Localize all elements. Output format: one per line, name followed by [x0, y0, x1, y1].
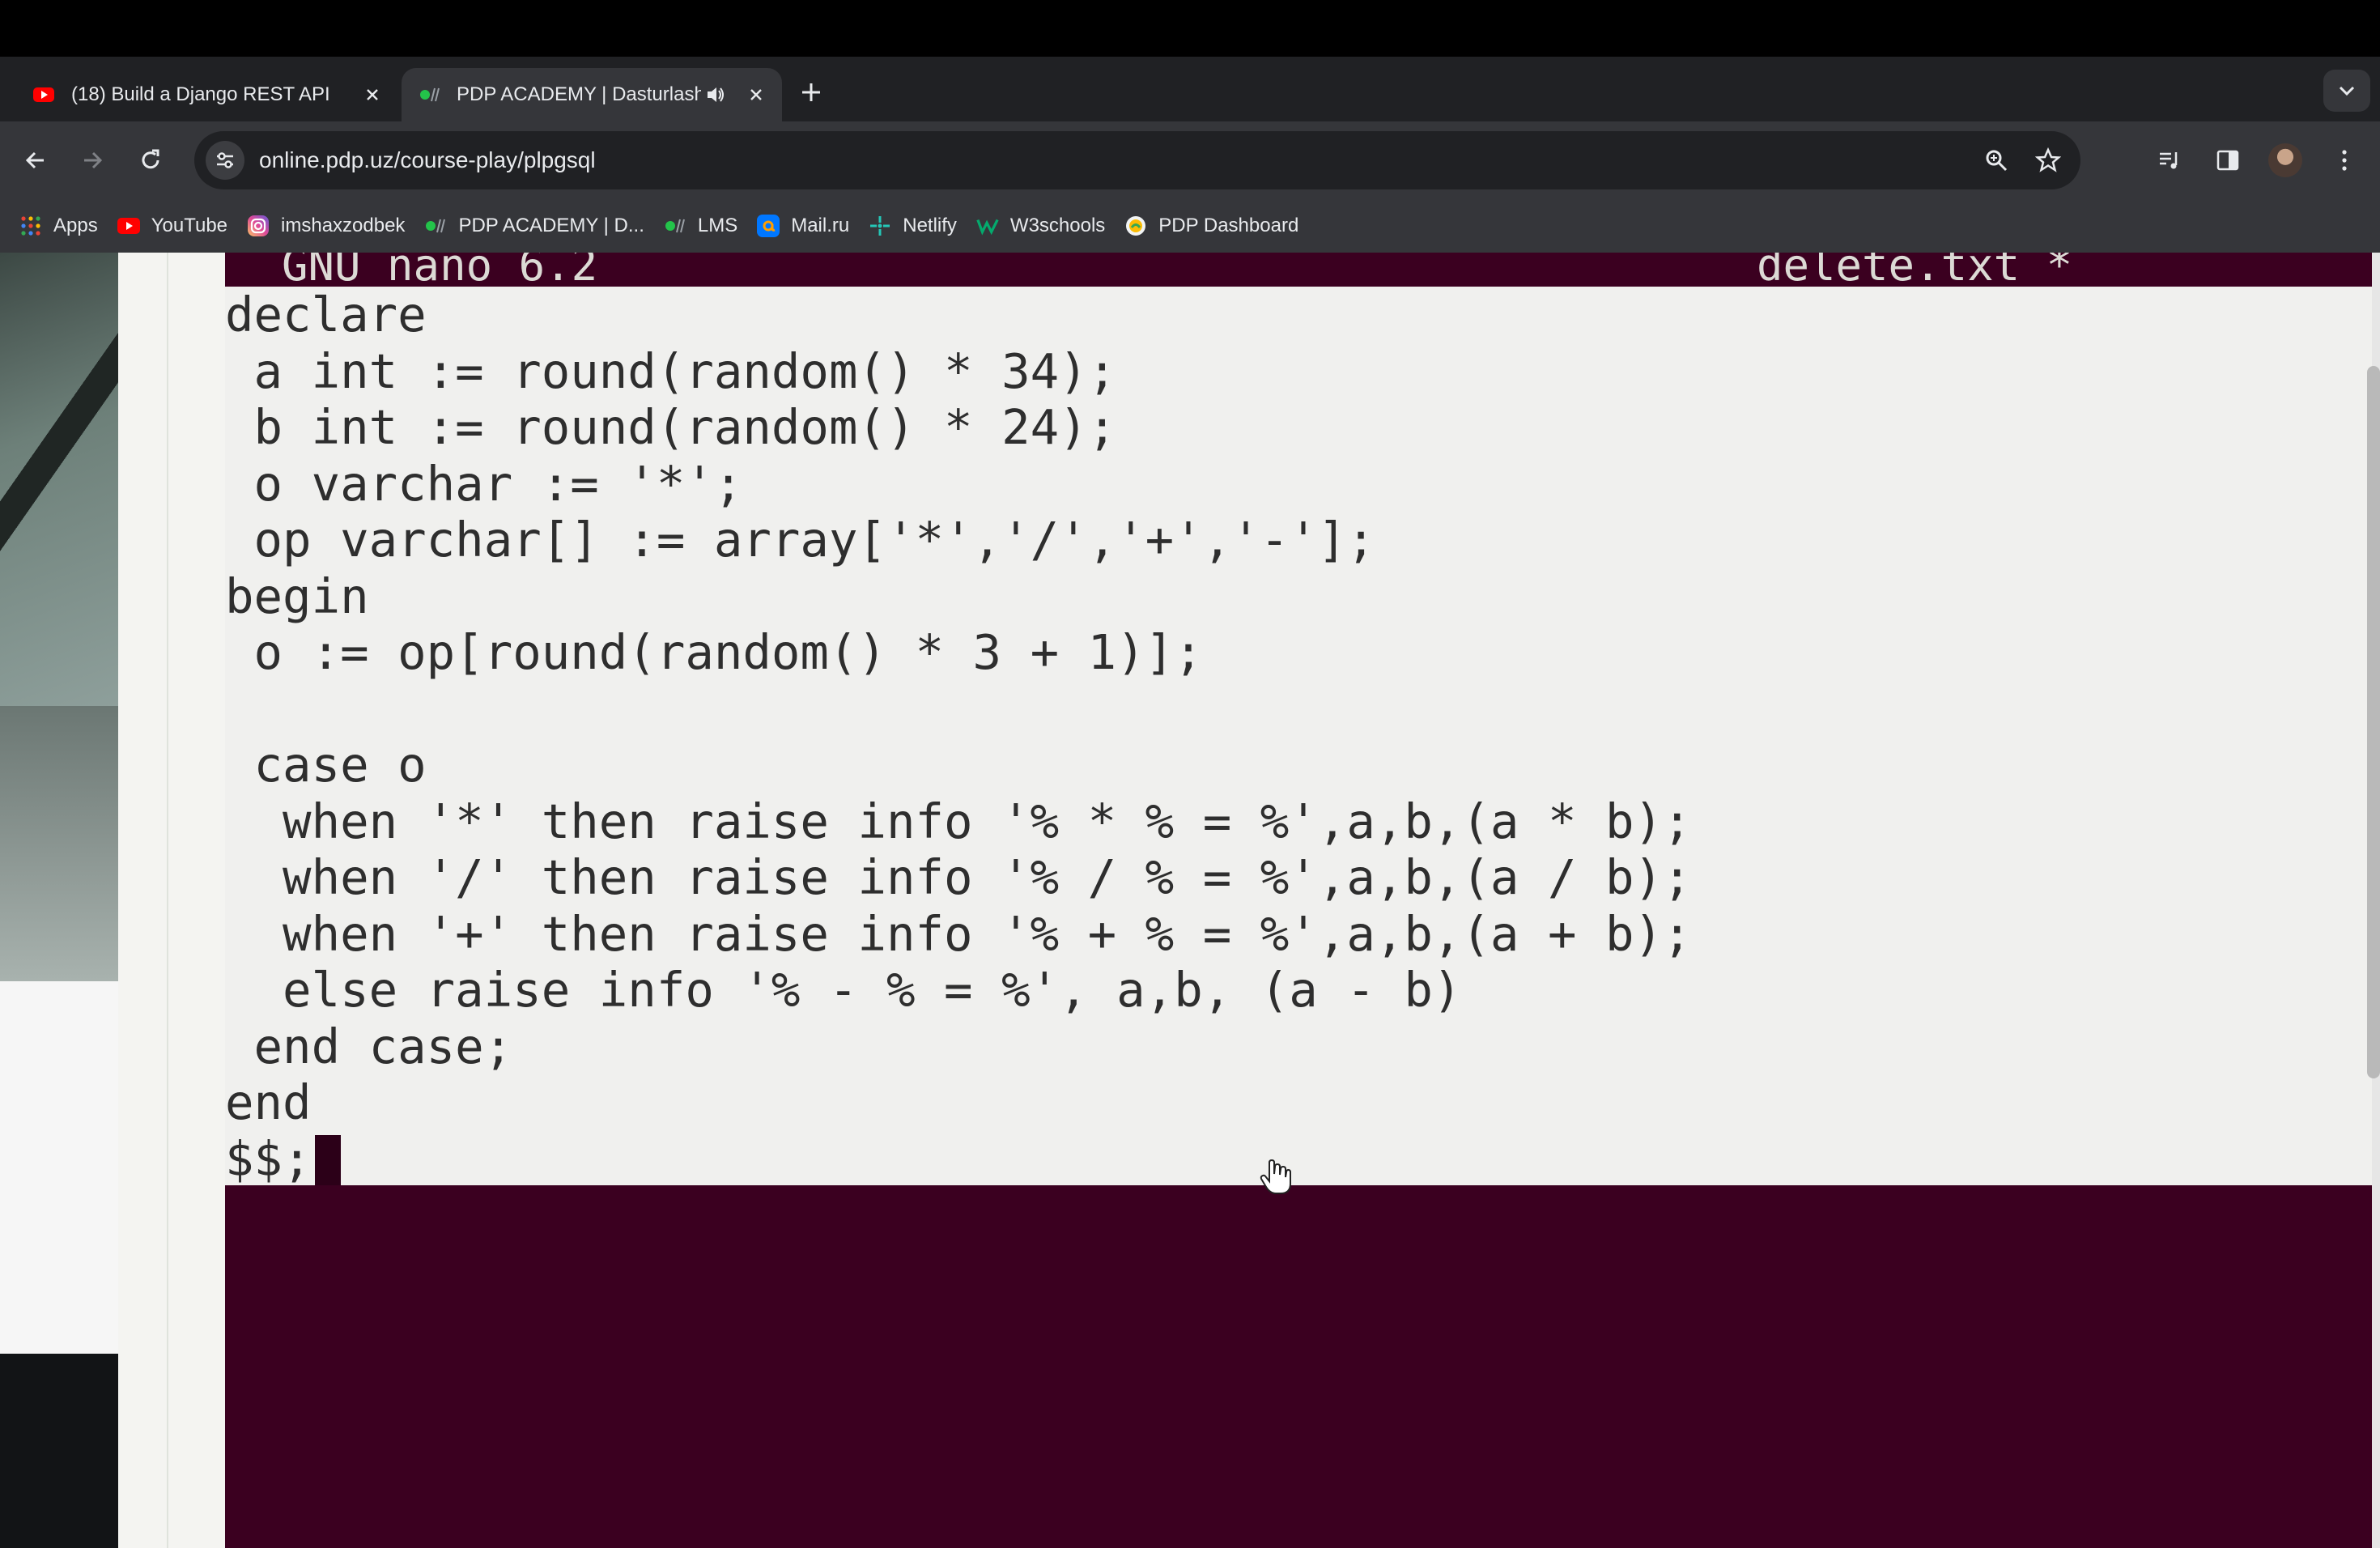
pdp-favicon	[420, 87, 440, 102]
webcam-overlay	[0, 253, 118, 1548]
code-text: declare a int := round(random() * 34); b…	[225, 287, 1692, 1187]
arrow-left-icon	[25, 151, 44, 169]
bookmark-label: PDP Dashboard	[1158, 215, 1299, 236]
tab-strip: (18) Build a Django REST API PDP ACADEMY…	[0, 57, 2380, 121]
plus-icon	[802, 83, 820, 101]
speaker-icon[interactable]	[701, 80, 730, 109]
bookmark-label: LMS	[697, 215, 738, 236]
close-icon[interactable]	[358, 80, 387, 109]
bookmark-pdp-academy[interactable]: PDP ACADEMY | D...	[424, 215, 644, 237]
video-content[interactable]: GNU nano 6.2 delete.txt * declare a int …	[0, 253, 2380, 1548]
code-body: declare a int := round(random() * 34); b…	[225, 287, 1692, 1187]
back-button[interactable]	[16, 141, 55, 180]
nano-editor-area: declare a int := round(random() * 34); b…	[225, 287, 2372, 1187]
netlify-icon	[869, 215, 891, 237]
close-icon[interactable]	[742, 80, 771, 109]
profile-avatar[interactable]	[2268, 143, 2302, 177]
bookmark-youtube[interactable]: YouTube	[117, 215, 227, 237]
tab-pdp-academy[interactable]: PDP ACADEMY | Dasturlash	[402, 68, 782, 121]
new-tab-button[interactable]	[795, 76, 827, 108]
tab-title: (18) Build a Django REST API	[71, 83, 330, 105]
side-panel-icon[interactable]	[2208, 141, 2247, 180]
bookmark-apps[interactable]: Apps	[19, 215, 98, 237]
tab-youtube[interactable]: (18) Build a Django REST API	[11, 68, 398, 121]
bookmark-label: Mail.ru	[791, 215, 850, 236]
instagram-icon	[247, 215, 270, 237]
reload-button[interactable]	[131, 141, 170, 180]
bookmark-netlify[interactable]: Netlify	[869, 215, 957, 237]
nano-title-bar: GNU nano 6.2 delete.txt *	[225, 253, 2372, 287]
youtube-icon	[33, 87, 54, 102]
nano-terminal: GNU nano 6.2 delete.txt * declare a int …	[225, 253, 2372, 1548]
scrollbar-thumb[interactable]	[2367, 366, 2380, 1078]
pdp-favicon	[424, 215, 447, 237]
nano-filename-label: delete.txt *	[1757, 253, 2073, 287]
w3schools-icon	[976, 215, 999, 237]
bookmark-label: YouTube	[151, 215, 228, 236]
mailru-icon	[757, 215, 780, 237]
nano-version-label: GNU nano 6.2	[282, 253, 598, 287]
zoom-icon[interactable]	[1977, 141, 2016, 180]
apps-grid-icon	[19, 215, 42, 237]
bookmark-label: Netlify	[903, 215, 957, 236]
youtube-icon	[117, 215, 140, 237]
url-text[interactable]: online.pdp.uz/course-play/plpgsql	[259, 147, 1977, 173]
text-cursor	[314, 1134, 341, 1185]
chevron-down-icon	[2339, 86, 2355, 96]
bookmarks-bar: Apps YouTube imshaxzodbek PDP ACADEMY | …	[0, 199, 2380, 253]
bookmark-pdp-dashboard[interactable]: PDP Dashboard	[1124, 215, 1298, 237]
bookmark-label: W3schools	[1009, 215, 1106, 236]
bookmark-star-icon[interactable]	[2029, 141, 2068, 180]
bookmark-w3schools[interactable]: W3schools	[976, 215, 1105, 237]
reload-icon	[142, 149, 159, 169]
bookmark-label: Apps	[53, 215, 98, 236]
screen-top-bar	[0, 0, 2380, 57]
bookmark-instagram[interactable]: imshaxzodbek	[247, 215, 405, 237]
site-info-icon[interactable]	[206, 141, 244, 180]
bookmark-label: PDP ACADEMY | D...	[458, 215, 644, 236]
pdp-favicon	[664, 215, 686, 237]
bookmark-label: imshaxzodbek	[281, 215, 406, 236]
media-control-icon[interactable]	[2150, 141, 2189, 180]
address-bar[interactable]: online.pdp.uz/course-play/plpgsql	[194, 131, 2080, 189]
slide-margin	[118, 253, 227, 1548]
tab-search-button[interactable]	[2323, 70, 2370, 112]
forward-button[interactable]	[73, 141, 112, 180]
arrow-right-icon	[84, 151, 103, 169]
bookmark-lms[interactable]: LMS	[664, 215, 737, 237]
hand-cursor-icon	[1260, 1159, 1291, 1194]
pdp-dashboard-icon	[1124, 215, 1147, 237]
more-menu-icon[interactable]	[2325, 141, 2364, 180]
bookmark-mailru[interactable]: Mail.ru	[757, 215, 849, 237]
tab-title: PDP ACADEMY | Dasturlash	[457, 83, 701, 105]
